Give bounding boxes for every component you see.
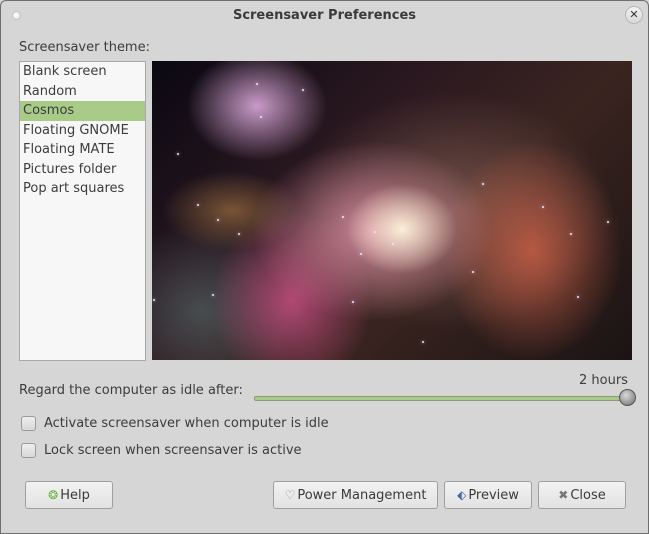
title-bar[interactable]: Screensaver Preferences ✕ bbox=[1, 1, 648, 31]
preview-button[interactable]: ⬖ Preview bbox=[444, 481, 532, 509]
preview-star bbox=[374, 231, 376, 233]
preview-star bbox=[342, 216, 344, 218]
preview-star bbox=[217, 219, 219, 221]
idle-slider-track[interactable] bbox=[254, 396, 628, 401]
theme-label: Screensaver theme: bbox=[19, 40, 150, 55]
idle-value: 2 hours bbox=[579, 373, 628, 388]
preview-star bbox=[607, 221, 609, 223]
activate-option[interactable]: Activate screensaver when computer is id… bbox=[21, 414, 329, 432]
theme-item-pictures-folder[interactable]: Pictures folder bbox=[20, 160, 145, 180]
power-management-icon: ♡ bbox=[284, 488, 296, 502]
window-close-button[interactable]: ✕ bbox=[625, 6, 643, 24]
preview-star bbox=[577, 296, 579, 298]
activate-label: Activate screensaver when computer is id… bbox=[44, 415, 329, 431]
preview-star bbox=[482, 183, 484, 185]
preview-star bbox=[472, 271, 474, 273]
preview-star bbox=[238, 233, 240, 235]
theme-item-blank-screen[interactable]: Blank screen bbox=[20, 62, 145, 82]
theme-item-floating-gnome[interactable]: Floating GNOME bbox=[20, 121, 145, 141]
preview-star bbox=[256, 83, 258, 85]
activate-checkbox[interactable] bbox=[21, 415, 36, 431]
window-title: Screensaver Preferences bbox=[232, 8, 417, 23]
preview-star bbox=[352, 301, 354, 303]
theme-item-pop-art-squares[interactable]: Pop art squares bbox=[20, 179, 145, 199]
preview-star bbox=[153, 299, 155, 301]
preview-star bbox=[177, 153, 179, 155]
close-icon: ✕ bbox=[629, 8, 639, 21]
lock-option[interactable]: Lock screen when screensaver is active bbox=[21, 441, 302, 459]
help-button-label: Help bbox=[60, 487, 90, 503]
preview-star bbox=[197, 204, 199, 206]
lock-checkbox[interactable] bbox=[21, 442, 36, 458]
preview-button-label: Preview bbox=[468, 487, 519, 503]
preview-star bbox=[392, 243, 394, 245]
lock-label: Lock screen when screensaver is active bbox=[44, 442, 302, 458]
theme-item-random[interactable]: Random bbox=[20, 82, 145, 102]
close-icon: ✖ bbox=[558, 488, 569, 502]
preview-star bbox=[302, 89, 304, 91]
preview-star bbox=[542, 206, 544, 208]
preview-star bbox=[422, 341, 424, 343]
close-button[interactable]: ✖ Close bbox=[538, 481, 626, 509]
preview-star bbox=[360, 253, 362, 255]
close-button-label: Close bbox=[570, 487, 606, 503]
screensaver-preferences-window: Screensaver Preferences ✕ Screensaver th… bbox=[0, 0, 649, 534]
preview-star bbox=[212, 294, 214, 296]
help-lifebuoy-icon: ❂ bbox=[48, 488, 59, 502]
idle-label: Regard the computer as idle after: bbox=[19, 383, 243, 398]
power-management-button-label: Power Management bbox=[297, 487, 427, 503]
theme-item-cosmos[interactable]: Cosmos bbox=[20, 101, 145, 121]
idle-slider-thumb[interactable] bbox=[619, 389, 636, 406]
power-management-button[interactable]: ♡ Power Management bbox=[273, 481, 438, 509]
preview-fullscreen-icon: ⬖ bbox=[457, 488, 467, 502]
preview-star bbox=[260, 116, 262, 118]
preview-star bbox=[570, 233, 572, 235]
theme-list[interactable]: Blank screen Random Cosmos Floating GNOME Fl… bbox=[19, 61, 146, 361]
help-button[interactable]: ❂ Help bbox=[25, 481, 113, 509]
screensaver-preview bbox=[152, 61, 632, 360]
theme-item-floating-mate[interactable]: Floating MATE bbox=[20, 140, 145, 160]
